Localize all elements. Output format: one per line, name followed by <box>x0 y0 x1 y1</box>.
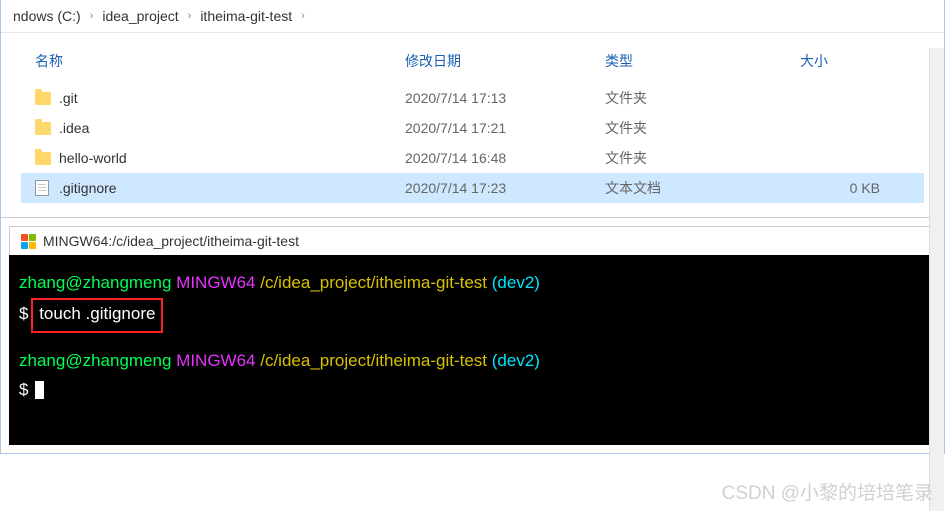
chevron-right-icon: › <box>188 10 192 22</box>
terminal-path: /c/idea_project/itheima-git-test <box>260 273 487 292</box>
file-date: 2020/7/14 17:21 <box>405 120 605 136</box>
chevron-right-icon: › <box>90 10 94 22</box>
terminal-branch: (dev2) <box>492 273 540 292</box>
watermark: CSDN @小黎的培培笔录 <box>722 478 933 505</box>
file-explorer: 名称 修改日期 类型 大小 .git2020/7/14 17:13文件夹.ide… <box>1 33 944 217</box>
terminal-title: MINGW64:/c/idea_project/itheima-git-test <box>43 233 299 249</box>
breadcrumb-part[interactable]: idea_project <box>102 8 178 24</box>
folder-icon <box>35 122 59 135</box>
terminal-prompt: $ <box>19 304 28 323</box>
file-size: 0 KB <box>800 180 900 196</box>
file-type: 文件夹 <box>605 118 800 138</box>
terminal-user: zhang@zhangmeng <box>19 273 171 292</box>
file-date: 2020/7/14 17:13 <box>405 90 605 106</box>
file-row[interactable]: hello-world2020/7/14 16:48文件夹 <box>21 143 924 173</box>
file-row[interactable]: .idea2020/7/14 17:21文件夹 <box>21 113 924 143</box>
vertical-scrollbar[interactable] <box>929 48 944 511</box>
file-icon <box>35 180 59 196</box>
file-name: .gitignore <box>59 180 405 196</box>
terminal[interactable]: zhang@zhangmeng MINGW64 /c/idea_project/… <box>9 255 936 445</box>
highlight-box: touch .gitignore <box>31 298 163 333</box>
file-name: hello-world <box>59 150 405 166</box>
file-type: 文件夹 <box>605 148 800 168</box>
chevron-right-icon: › <box>301 10 305 22</box>
breadcrumb-part[interactable]: ndows (C:) <box>13 8 81 24</box>
file-name: .idea <box>59 120 405 136</box>
column-header-name[interactable]: 名称 <box>35 51 405 71</box>
terminal-host: MINGW64 <box>176 351 255 370</box>
file-type: 文本文档 <box>605 178 800 198</box>
terminal-prompt: $ <box>19 380 28 399</box>
column-header-date[interactable]: 修改日期 <box>405 51 605 71</box>
file-row[interactable]: .gitignore2020/7/14 17:23文本文档0 KB <box>21 173 924 203</box>
terminal-host: MINGW64 <box>176 273 255 292</box>
breadcrumb[interactable]: ndows (C:) › idea_project › itheima-git-te… <box>1 0 944 33</box>
folder-icon <box>35 152 59 165</box>
file-type: 文件夹 <box>605 88 800 108</box>
cursor-icon <box>35 381 44 399</box>
terminal-branch: (dev2) <box>492 351 540 370</box>
git-bash-icon <box>20 233 36 249</box>
file-list: .git2020/7/14 17:13文件夹.idea2020/7/14 17:… <box>21 83 924 203</box>
file-name: .git <box>59 90 405 106</box>
terminal-path: /c/idea_project/itheima-git-test <box>260 351 487 370</box>
file-date: 2020/7/14 17:23 <box>405 180 605 196</box>
column-header-type[interactable]: 类型 <box>605 51 800 71</box>
terminal-user: zhang@zhangmeng <box>19 351 171 370</box>
terminal-command: touch .gitignore <box>39 304 155 323</box>
terminal-titlebar[interactable]: MINGW64:/c/idea_project/itheima-git-test <box>9 226 936 255</box>
file-date: 2020/7/14 16:48 <box>405 150 605 166</box>
folder-icon <box>35 92 59 105</box>
breadcrumb-part[interactable]: itheima-git-test <box>200 8 292 24</box>
file-row[interactable]: .git2020/7/14 17:13文件夹 <box>21 83 924 113</box>
column-header-size[interactable]: 大小 <box>800 51 900 71</box>
